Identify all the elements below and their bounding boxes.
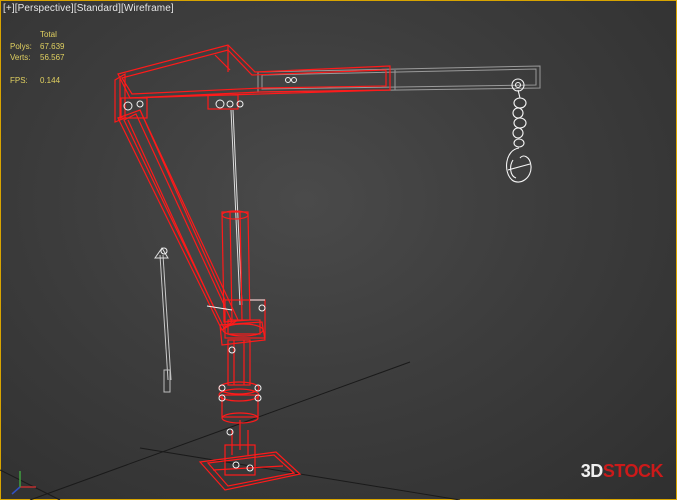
watermark-logo: 3DSTOCK: [580, 461, 664, 482]
hook-chain[interactable]: [506, 78, 532, 183]
crane-boom-selected[interactable]: [114, 44, 391, 491]
viewport-scene[interactable]: [0, 0, 677, 500]
rope-wire: [154, 247, 172, 393]
watermark-part-stock: STOCK: [602, 461, 664, 481]
hoist-cable: [230, 109, 243, 306]
watermark-part-3d: 3D: [580, 461, 604, 481]
